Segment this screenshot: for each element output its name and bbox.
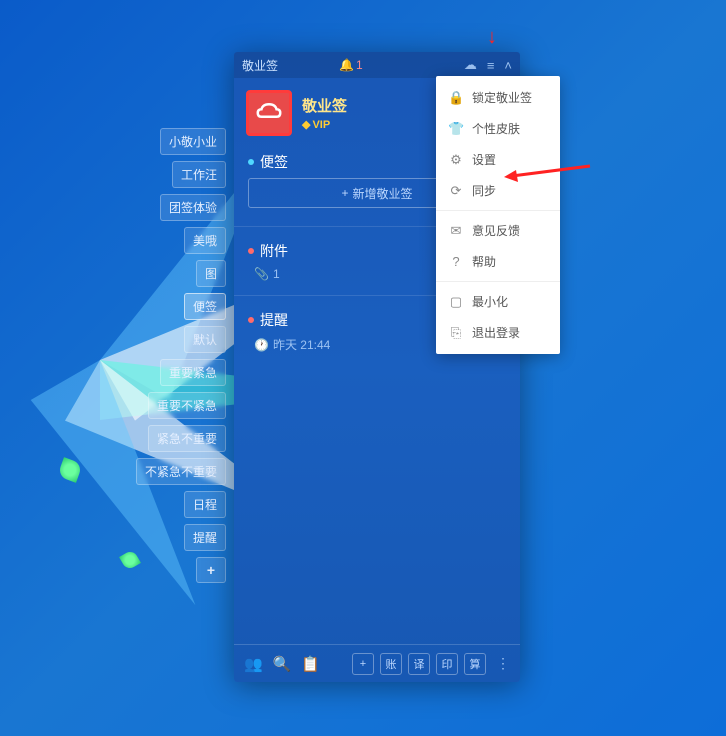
translate-button[interactable]: 译: [408, 653, 430, 675]
collapse-icon[interactable]: ˄: [504, 58, 512, 73]
sidebar-tag[interactable]: 紧急不重要: [148, 425, 226, 452]
menu-item-skin[interactable]: 👕 个性皮肤: [436, 113, 560, 144]
minimize-icon: ▢: [448, 294, 464, 310]
sidebar-tag[interactable]: 不紧急不重要: [136, 458, 226, 485]
print-button[interactable]: 印: [436, 653, 458, 675]
help-icon: ?: [448, 254, 464, 269]
clock-icon: 🕐: [254, 338, 269, 352]
spacer: [234, 359, 520, 644]
sync-icon: ⟳: [448, 183, 464, 199]
calendar-icon[interactable]: 📋: [301, 655, 320, 673]
app-logo[interactable]: [246, 90, 292, 136]
titlebar: 敬业签 🔔 1 ☁ ≡ ˄: [234, 52, 520, 78]
logout-icon: ⎘: [448, 325, 464, 341]
menu-item-label: 最小化: [472, 293, 508, 310]
attachments-title-text: 附件: [260, 241, 288, 261]
attachment-count-value: 1: [273, 267, 280, 281]
menu-item-label: 个性皮肤: [472, 120, 520, 137]
section-dot-icon: [248, 317, 254, 323]
titlebar-title: 敬业签: [242, 57, 333, 74]
notes-title-text: 便签: [260, 152, 288, 172]
menu-separator: [436, 281, 560, 282]
contacts-icon[interactable]: 👥: [244, 655, 263, 673]
bell-icon: 🔔: [339, 58, 354, 72]
menu-icon[interactable]: ≡: [487, 58, 495, 73]
menu-item-label: 帮助: [472, 253, 496, 270]
header-text: 敬业签 VIP: [302, 95, 347, 131]
cloud-sync-icon[interactable]: ☁: [464, 57, 477, 73]
sidebar-tag[interactable]: 默认: [184, 326, 226, 353]
menu-item-help[interactable]: ? 帮助: [436, 246, 560, 277]
reminders-title-text: 提醒: [260, 310, 288, 330]
sidebar-tag[interactable]: 美哦: [184, 227, 226, 254]
search-icon[interactable]: 🔍: [273, 655, 292, 673]
menu-item-label: 锁定敬业签: [472, 89, 532, 106]
annotation-arrow-left: [502, 162, 592, 182]
reminder-time-text: 昨天 21:44: [273, 336, 330, 353]
sidebar-tag[interactable]: 提醒: [184, 524, 226, 551]
sidebar-tag[interactable]: 团签体验: [160, 194, 226, 221]
menu-item-lock[interactable]: 🔒 锁定敬业签: [436, 82, 560, 113]
paperclip-icon: 📎: [254, 267, 269, 281]
menu-item-logout[interactable]: ⎘ 退出登录: [436, 317, 560, 348]
sidebar-tag[interactable]: 小敬小业: [160, 128, 226, 155]
sidebar-add-tag[interactable]: +: [196, 557, 226, 583]
vip-badge: VIP: [302, 118, 347, 131]
menu-item-minimize[interactable]: ▢ 最小化: [436, 286, 560, 317]
sidebar-tags: 小敬小业 工作汪 团签体验 美哦 图 便签 默认 重要紧急 重要不紧急 紧急不重…: [136, 128, 226, 583]
notification-count: 1: [356, 58, 363, 72]
lock-icon: 🔒: [448, 90, 464, 106]
cloud-logo-icon: [254, 98, 284, 128]
menu-separator: [436, 210, 560, 211]
app-name-label: 敬业签: [302, 95, 347, 116]
menu-item-label: 同步: [472, 182, 496, 199]
skin-icon: 👕: [448, 121, 464, 137]
menu-item-label: 退出登录: [472, 324, 520, 341]
sidebar-tag-active[interactable]: 便签: [184, 293, 226, 320]
section-dot-icon: [248, 159, 254, 165]
gear-icon: ⚙: [448, 152, 464, 168]
bottombar: 👥 🔍 📋 + 账 译 印 算 ⋮: [234, 644, 520, 682]
dropdown-menu: 🔒 锁定敬业签 👕 个性皮肤 ⚙ 设置 ⟳ 同步 ✉ 意见反馈 ? 帮助 ▢ 最…: [436, 76, 560, 354]
sidebar-tag[interactable]: 工作汪: [172, 161, 226, 188]
account-button[interactable]: 账: [380, 653, 402, 675]
menu-item-label: 设置: [472, 151, 496, 168]
calc-button[interactable]: 算: [464, 653, 486, 675]
section-dot-icon: [248, 248, 254, 254]
more-icon[interactable]: ⋮: [496, 655, 510, 672]
add-button[interactable]: +: [352, 653, 374, 675]
sidebar-tag[interactable]: 图: [196, 260, 226, 287]
menu-item-label: 意见反馈: [472, 222, 520, 239]
sidebar-tag[interactable]: 日程: [184, 491, 226, 518]
sidebar-tag[interactable]: 重要不紧急: [148, 392, 226, 419]
sidebar-tag[interactable]: 重要紧急: [160, 359, 226, 386]
add-note-label: 新增敬业签: [353, 185, 413, 202]
notification-bell[interactable]: 🔔 1: [339, 58, 363, 72]
annotation-arrow-down: ↓: [487, 26, 497, 49]
menu-item-feedback[interactable]: ✉ 意见反馈: [436, 215, 560, 246]
feedback-icon: ✉: [448, 223, 464, 239]
